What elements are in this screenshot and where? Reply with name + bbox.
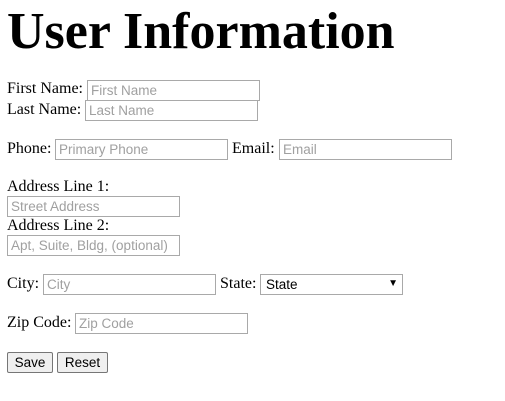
last-name-label: Last Name: [7, 101, 82, 118]
zip-code-label: Zip Code: [7, 314, 72, 331]
state-select-value: State [266, 277, 298, 292]
email-input[interactable] [279, 139, 452, 160]
address-line1-label: Address Line 1: [7, 178, 110, 195]
state-label: State: [220, 275, 257, 292]
last-name-input[interactable] [85, 100, 258, 121]
city-label: City: [7, 275, 40, 292]
address-line1-input[interactable] [7, 196, 180, 217]
chevron-down-icon: ▼ [388, 278, 398, 289]
first-name-label: First Name: [7, 80, 83, 97]
page-title: User Information [7, 3, 395, 60]
address-line2-input[interactable] [7, 235, 180, 256]
phone-label: Phone: [7, 140, 52, 157]
zip-code-input[interactable] [75, 313, 248, 334]
email-label: Email: [232, 140, 275, 157]
phone-input[interactable] [55, 139, 228, 160]
address-line2-label: Address Line 2: [7, 217, 110, 234]
save-button[interactable]: Save [7, 352, 53, 373]
reset-button[interactable]: Reset [57, 352, 108, 373]
city-input[interactable] [43, 274, 216, 295]
first-name-input[interactable] [87, 80, 260, 101]
state-select[interactable]: State ▼ [260, 274, 403, 295]
